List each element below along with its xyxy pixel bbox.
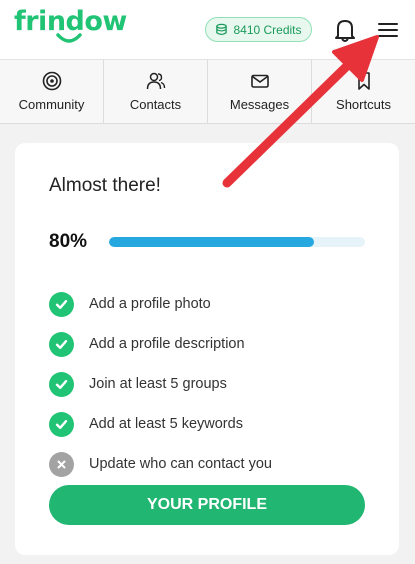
your-profile-button[interactable]: YOUR PROFILE bbox=[49, 485, 365, 525]
checklist-item-label: Add a profile photo bbox=[89, 296, 211, 312]
logo-smile-icon bbox=[56, 33, 82, 43]
progress-percent: 80% bbox=[49, 231, 88, 252]
nav-label: Messages bbox=[229, 97, 290, 112]
nav-item-shortcuts[interactable]: Shortcuts bbox=[312, 60, 415, 123]
check-icon bbox=[49, 291, 74, 317]
bookmark-icon bbox=[357, 72, 370, 90]
bell-icon[interactable] bbox=[334, 17, 356, 43]
envelope-icon bbox=[250, 74, 269, 88]
main-nav: Community Contacts Messages Shortcuts bbox=[0, 60, 415, 124]
nav-item-contacts[interactable]: Contacts bbox=[104, 60, 208, 123]
checklist-item-label: Join at least 5 groups bbox=[89, 376, 227, 392]
checklist-item: Update who can contact you bbox=[49, 444, 369, 484]
checklist: Add a profile photo Add a profile descrip… bbox=[49, 284, 369, 484]
coins-icon bbox=[216, 23, 228, 36]
top-bar: frindow 8410 Credits bbox=[0, 0, 415, 60]
people-icon bbox=[146, 72, 165, 90]
checklist-item: Add a profile description bbox=[49, 324, 369, 364]
progress-fill bbox=[109, 237, 314, 247]
check-icon bbox=[49, 411, 74, 437]
checklist-item-label: Add a profile description bbox=[89, 336, 245, 352]
card-title: Almost there! bbox=[49, 175, 161, 196]
checklist-item: Join at least 5 groups bbox=[49, 364, 369, 404]
checklist-item: Add a profile photo bbox=[49, 284, 369, 324]
nav-item-messages[interactable]: Messages bbox=[208, 60, 312, 123]
credits-badge[interactable]: 8410 Credits bbox=[205, 17, 312, 42]
checklist-item-label: Add at least 5 keywords bbox=[89, 416, 243, 432]
nav-item-community[interactable]: Community bbox=[0, 60, 104, 123]
check-icon bbox=[49, 371, 74, 397]
menu-icon[interactable] bbox=[377, 20, 399, 40]
checklist-item-label: Update who can contact you bbox=[89, 456, 272, 472]
x-icon bbox=[49, 451, 74, 477]
checklist-item: Add at least 5 keywords bbox=[49, 404, 369, 444]
progress-bar bbox=[109, 237, 365, 247]
check-icon bbox=[49, 331, 74, 357]
target-icon bbox=[42, 71, 61, 91]
credits-label: 8410 Credits bbox=[233, 22, 302, 37]
nav-label: Contacts bbox=[129, 97, 182, 112]
profile-completion-card: Almost there! 80% Add a profile photo Add… bbox=[15, 143, 399, 555]
nav-label: Shortcuts bbox=[336, 97, 391, 112]
nav-label: Community bbox=[18, 97, 85, 112]
